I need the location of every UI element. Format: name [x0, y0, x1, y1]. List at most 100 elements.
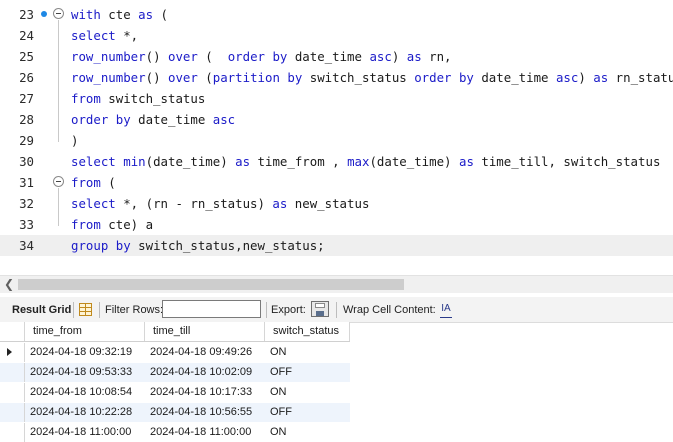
sql-keyword: order by — [71, 112, 131, 127]
table-row[interactable]: 2024-04-18 10:22:28 2024-04-18 10:56:55 OF… — [0, 403, 350, 422]
grid-header-row: time_from time_till switch_status — [0, 322, 350, 342]
filter-rows-input[interactable] — [162, 300, 261, 318]
statement-marker-icon[interactable] — [41, 11, 47, 17]
column-header-time-from[interactable]: time_from — [25, 322, 145, 341]
row-selector[interactable] — [0, 343, 25, 362]
table-row[interactable]: 2024-04-18 10:08:54 2024-04-18 10:17:33 ON — [0, 383, 350, 402]
line-number: 27 — [19, 91, 34, 106]
sql-text: switch_status,new_status; — [130, 238, 325, 253]
sql-keyword: from — [71, 175, 101, 190]
column-header-switch-status[interactable]: switch_status — [265, 322, 350, 341]
fold-collapse-icon[interactable] — [53, 8, 64, 19]
row-selector[interactable] — [0, 383, 25, 402]
horizontal-scrollbar[interactable]: ❮ — [0, 275, 673, 293]
code-line[interactable]: 34 group by switch_status,new_status; — [0, 235, 673, 256]
line-number: 33 — [19, 217, 34, 232]
result-grid-tab[interactable]: Result Grid — [12, 297, 71, 323]
code-text: with cte as ( — [71, 4, 168, 25]
table-row[interactable]: 2024-04-18 09:32:19 2024-04-18 09:49:26 ON — [0, 343, 350, 362]
code-line[interactable]: 29) — [0, 130, 673, 151]
table-cell[interactable]: 2024-04-18 09:49:26 — [147, 343, 265, 362]
row-selector[interactable] — [0, 403, 25, 422]
table-cell[interactable]: 2024-04-18 09:53:33 — [27, 363, 145, 382]
table-cell[interactable]: OFF — [267, 363, 350, 382]
wrap-cell-content-icon[interactable]: IA — [440, 302, 452, 318]
code-line[interactable]: 33 from cte) a — [0, 214, 673, 235]
row-selector[interactable] — [0, 363, 25, 382]
export-label: Export: — [271, 304, 306, 316]
code-line[interactable]: 27 from switch_status — [0, 88, 673, 109]
toolbar-divider — [73, 302, 74, 318]
code-line[interactable]: 24 select *, — [0, 25, 673, 46]
line-number: 30 — [19, 154, 34, 169]
sql-text: cte) a — [100, 217, 154, 232]
sql-text: *, (rn - rn_status) — [115, 196, 273, 211]
code-text: select *, (rn - rn_status) as new_status — [71, 193, 369, 214]
column-header-time-till[interactable]: time_till — [145, 322, 265, 341]
code-line[interactable]: 23 with cte as ( — [0, 4, 673, 25]
table-cell[interactable]: 2024-04-18 10:17:33 — [147, 383, 265, 402]
sql-keyword: order by — [227, 49, 288, 64]
line-number: 24 — [19, 28, 34, 43]
code-text: select min(date_time) as time_from , max… — [71, 151, 660, 172]
sql-keyword: row_number — [71, 70, 146, 85]
row-header-corner[interactable] — [0, 322, 25, 341]
table-cell[interactable]: 2024-04-18 10:02:09 — [147, 363, 265, 382]
table-cell[interactable]: 2024-04-18 11:00:00 — [27, 423, 145, 442]
table-row[interactable]: 2024-04-18 09:53:33 2024-04-18 10:02:09 OF… — [0, 363, 350, 382]
code-line[interactable]: 31 from ( — [0, 172, 673, 193]
code-line[interactable]: 30 select min(date_time) as time_from , m… — [0, 151, 673, 172]
table-cell[interactable]: ON — [267, 423, 350, 442]
table-cell[interactable]: 2024-04-18 10:22:28 — [27, 403, 145, 422]
table-cell[interactable]: OFF — [267, 403, 350, 422]
table-cell[interactable]: 2024-04-18 11:00:00 — [147, 423, 265, 442]
table-cell[interactable]: 2024-04-18 10:08:54 — [27, 383, 145, 402]
code-line[interactable]: 28 order by date_time asc — [0, 109, 673, 130]
sql-text: rn_status — [615, 70, 673, 85]
toolbar-divider — [99, 302, 100, 318]
sql-keyword: as — [272, 196, 288, 211]
table-row[interactable]: 2024-04-18 11:00:00 2024-04-18 11:00:00 ON — [0, 423, 350, 442]
sql-keyword: select — [71, 28, 116, 43]
sql-keyword: select — [71, 196, 116, 211]
table-cell[interactable]: ON — [267, 383, 350, 402]
line-number: 34 — [19, 238, 34, 253]
sql-keyword: order by — [414, 70, 474, 85]
sql-text: ) — [71, 133, 79, 148]
sql-text: ( — [197, 49, 228, 64]
sql-text: (date_time) — [369, 154, 459, 169]
sql-text: new_status — [287, 196, 370, 211]
sql-text: date_time — [287, 49, 370, 64]
sql-keyword: partition by — [212, 70, 303, 85]
scrollbar-thumb[interactable] — [18, 279, 404, 290]
line-number: 23 — [19, 7, 34, 22]
code-text: row_number() over (partition by switch_s… — [71, 67, 673, 88]
sql-text: switch_status — [100, 91, 206, 106]
row-selector[interactable] — [0, 423, 25, 442]
grid-layout-icon[interactable] — [79, 303, 92, 316]
sql-keyword: over — [168, 70, 198, 85]
fold-collapse-icon[interactable] — [53, 176, 64, 187]
table-cell[interactable]: ON — [267, 343, 350, 362]
fold-guide-line — [58, 188, 59, 226]
export-icon[interactable] — [311, 301, 329, 317]
sql-keyword: as — [458, 154, 474, 169]
sql-keyword: asc — [212, 112, 236, 127]
line-number: 28 — [19, 112, 34, 127]
code-text: order by date_time asc — [71, 109, 235, 130]
code-text: select *, — [71, 25, 138, 46]
table-cell[interactable]: 2024-04-18 10:56:55 — [147, 403, 265, 422]
line-number: 32 — [19, 196, 34, 211]
code-line[interactable]: 25 row_number() over ( order by date_time… — [0, 46, 673, 67]
sql-text: ( — [153, 7, 168, 22]
sql-keyword: with — [71, 7, 101, 22]
scroll-left-icon[interactable]: ❮ — [4, 276, 14, 293]
code-line[interactable]: 26 row_number() over (partition by switch… — [0, 67, 673, 88]
code-line[interactable]: 32 select *, (rn - rn_status) as new_stat… — [0, 193, 673, 214]
sql-editor[interactable]: 23 with cte as ( 24 select *, 25 row_number()… — [0, 0, 673, 272]
line-number: 29 — [19, 133, 34, 148]
sql-keyword: select — [71, 154, 116, 169]
code-text: from switch_status — [71, 88, 205, 109]
sql-keyword: asc — [369, 49, 392, 64]
table-cell[interactable]: 2024-04-18 09:32:19 — [27, 343, 145, 362]
